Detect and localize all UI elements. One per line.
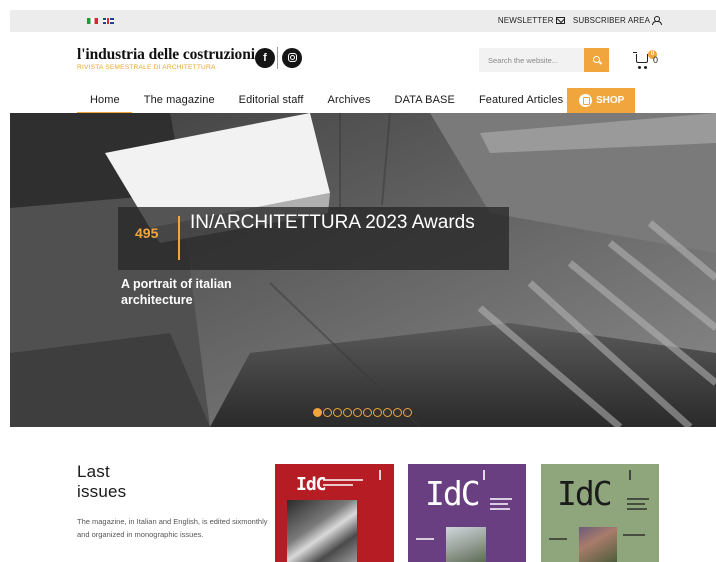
italian-flag-icon[interactable] [87, 18, 98, 24]
cover-photo [579, 527, 617, 562]
hero-subtitle: A portrait of italian architecture [121, 277, 232, 307]
cover-text-line [627, 508, 647, 510]
social-divider [277, 47, 278, 69]
subscriber-area-link[interactable]: SUBSCRIBER AREA [572, 15, 662, 26]
cart-count: 0 [653, 55, 659, 65]
hero-slider[interactable]: 495 IN/ARCHITETTURA 2023 Awards A portra… [10, 113, 716, 427]
top-utility-bar: NEWSLETTER SUBSCRIBER AREA [10, 10, 716, 32]
hero-image [10, 113, 716, 427]
slide-dot[interactable] [373, 408, 382, 417]
issue-cover[interactable]: IdC [408, 464, 526, 562]
shop-button[interactable]: SHOP [567, 88, 635, 113]
last-issues-title: Last issues [77, 462, 157, 502]
logo-tagline: RIVISTA SEMESTRALE DI ARCHITETTURA [77, 64, 216, 71]
cover-text-line [490, 498, 512, 500]
search-button[interactable] [584, 48, 609, 72]
slide-dot[interactable] [403, 408, 412, 417]
cover-text-line [627, 503, 645, 505]
cover-photo [446, 527, 486, 562]
cover-text-line [549, 538, 567, 540]
cart-wheel [644, 66, 647, 69]
cover-issue-tag [629, 470, 631, 480]
facebook-icon[interactable]: f [255, 48, 275, 68]
slide-dot[interactable] [323, 408, 332, 417]
slide-dot[interactable] [333, 408, 342, 417]
slide-dot[interactable] [343, 408, 352, 417]
last-issues-description: The magazine, in Italian and English, is… [77, 517, 268, 539]
site-logo[interactable]: l'industria delle costruzioni RIVISTA SE… [77, 46, 255, 72]
cover-issue-tag [483, 470, 485, 480]
search-input[interactable] [479, 48, 584, 72]
issue-number: 495 [135, 225, 159, 241]
cover-text-line [323, 484, 353, 486]
last-issues-title-text: Last issues [77, 462, 127, 501]
instagram-glyph [287, 52, 297, 62]
nav-item-the-magazine[interactable]: The magazine [132, 88, 227, 114]
nav-item-featured-articles[interactable]: Featured Articles [467, 88, 575, 114]
slide-dot[interactable] [383, 408, 392, 417]
shop-label: SHOP [596, 95, 625, 106]
nav-item-data-base[interactable]: DATA BASE [383, 88, 467, 114]
cart-icon[interactable] [633, 52, 648, 69]
shop-icon [579, 94, 592, 107]
cart-wheel [638, 66, 641, 69]
envelope-icon [555, 16, 565, 24]
slide-dot[interactable] [313, 408, 322, 417]
cover-photo [287, 500, 357, 562]
cover-brand: IdC [557, 474, 613, 513]
issue-cover[interactable]: IdC [275, 464, 394, 562]
nav-item-editorial-staff[interactable]: Editorial staff [227, 88, 316, 114]
slider-pagination [313, 408, 412, 417]
hero-title[interactable]: IN/ARCHITETTURA 2023 Awards [190, 212, 490, 234]
cover-text-line [323, 479, 363, 481]
newsletter-link[interactable]: NEWSLETTER [497, 15, 565, 25]
main-navigation: Home The magazine Editorial staff Archiv… [77, 88, 575, 114]
cover-text-line [490, 503, 508, 505]
cover-brand: IdC [296, 474, 326, 495]
caption-divider [178, 216, 180, 260]
user-icon [652, 16, 662, 26]
nav-item-archives[interactable]: Archives [316, 88, 383, 114]
subscriber-area-label: SUBSCRIBER AREA [572, 15, 650, 25]
nav-item-home[interactable]: Home [77, 88, 132, 114]
cover-brand: IdC [425, 474, 481, 513]
cover-text-line [416, 538, 434, 540]
newsletter-label: NEWSLETTER [497, 15, 554, 25]
top-links: NEWSLETTER SUBSCRIBER AREA [497, 15, 662, 26]
cover-text-line [490, 508, 510, 510]
instagram-icon[interactable] [282, 48, 302, 68]
cover-text-line [627, 498, 649, 500]
cover-text-line [623, 534, 645, 536]
issue-cover[interactable]: IdC [541, 464, 659, 562]
logo-name: l'industria delle costruzioni [77, 46, 255, 63]
slide-dot[interactable] [393, 408, 402, 417]
slide-dot[interactable] [353, 408, 362, 417]
hero-caption-box: 495 IN/ARCHITETTURA 2023 Awards [118, 207, 509, 270]
cover-issue-tag [379, 470, 381, 480]
english-flag-icon[interactable] [103, 18, 114, 24]
slide-dot[interactable] [363, 408, 372, 417]
